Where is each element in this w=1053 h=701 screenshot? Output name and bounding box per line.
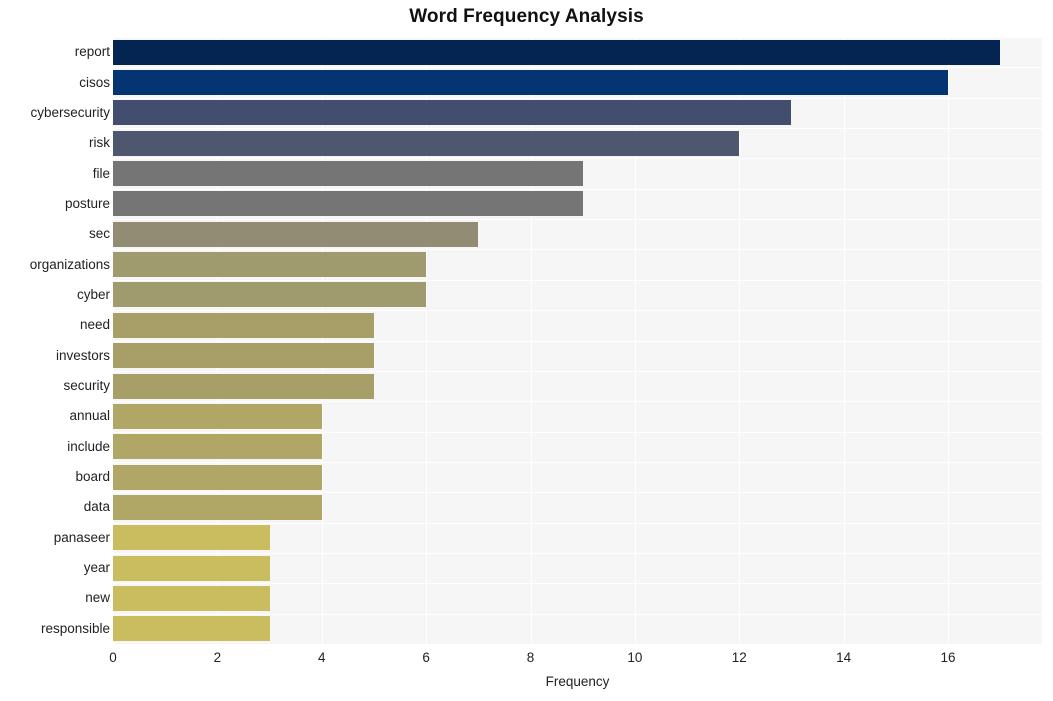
gridline-horizontal [113,583,1042,584]
word-frequency-chart: Word Frequency Analysis report cisos cyber… [0,0,1053,701]
bar [113,130,740,156]
x-axis-ticks: 0 2 4 6 8 10 12 14 16 [109,644,1042,674]
gridline-horizontal [113,189,1042,190]
y-tick-label: risk [89,135,110,151]
bar [113,39,1001,65]
gridline-horizontal [113,219,1042,220]
bar [113,464,322,490]
bar [113,161,583,187]
x-tick-label: 8 [526,650,535,665]
chart-title: Word Frequency Analysis [409,6,644,27]
x-tick-label: 10 [627,650,643,665]
gridline-horizontal [113,249,1042,250]
gridline-horizontal [113,341,1042,342]
y-tick-label: sec [88,226,110,242]
y-axis-labels: report cisos cybersecurity risk file posture s… [0,37,110,644]
gridline-horizontal [113,553,1042,554]
y-tick-label: data [83,499,110,515]
x-tick-label: 2 [213,650,222,665]
y-tick-label: need [79,317,110,333]
y-tick-label: investors [55,347,110,363]
y-tick-label: annual [69,408,110,424]
gridline-horizontal [113,432,1042,433]
y-tick-label: cyber [76,286,110,302]
gridline-horizontal [113,280,1042,281]
x-tick-label: 14 [836,650,852,665]
y-tick-label: responsible [40,620,110,636]
bar [113,70,949,96]
bar [113,403,322,429]
y-tick-label: posture [64,195,110,211]
gridline-horizontal [113,401,1042,402]
gridline-horizontal [113,492,1042,493]
x-tick-label: 16 [940,650,956,665]
bar [113,343,374,369]
y-tick-label: security [63,378,110,394]
x-tick-label: 0 [109,650,117,665]
plot-area [113,37,1042,644]
x-tick-label: 12 [731,650,747,665]
gridline-horizontal [113,67,1042,68]
bar [113,525,270,551]
gridline-horizontal [113,98,1042,99]
x-axis-title: Frequency [545,674,610,689]
gridline-horizontal [113,37,1042,38]
y-tick-label: cisos [79,74,110,90]
gridline-horizontal [113,614,1042,615]
bar [113,282,427,308]
bar [113,312,374,338]
y-tick-label: new [85,590,110,606]
bar [113,100,792,126]
y-tick-label: panaseer [53,529,110,545]
gridline-horizontal [113,371,1042,372]
gridline-horizontal [113,523,1042,524]
bar [113,252,427,278]
bar [113,616,270,642]
y-tick-label: year [83,560,110,576]
x-tick-label: 4 [317,650,326,665]
bar [113,191,583,217]
y-tick-label: organizations [29,256,110,272]
x-tick-label: 6 [422,650,430,665]
bar [113,555,270,581]
y-tick-label: include [67,438,110,454]
y-tick-label: file [92,165,110,181]
gridline-horizontal [113,158,1042,159]
bar [113,494,322,520]
y-tick-label: cybersecurity [30,104,110,120]
bar [113,585,270,611]
gridline-horizontal [113,128,1042,129]
bar [113,434,322,460]
gridline-horizontal [113,462,1042,463]
y-tick-label: board [75,469,110,485]
bar [113,373,374,399]
bar [113,221,479,247]
gridline-horizontal [113,310,1042,311]
y-tick-label: report [74,44,110,60]
